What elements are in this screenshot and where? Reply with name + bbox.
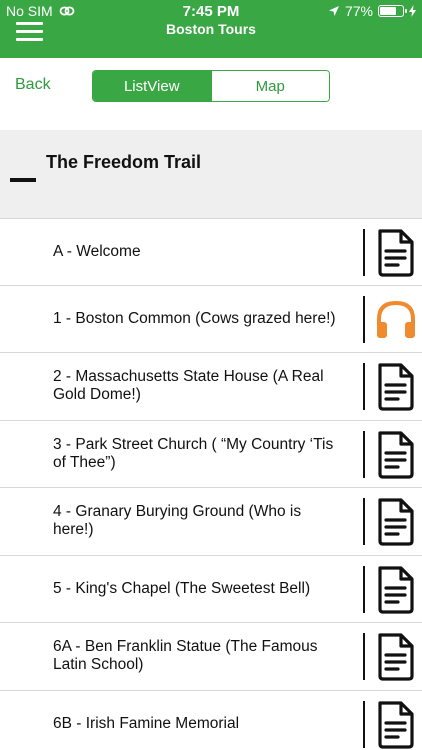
stop-list: A - Welcome 1 - Boston Common (Cows graze… <box>0 218 422 750</box>
minus-icon[interactable] <box>10 178 36 182</box>
row-divider <box>363 295 365 343</box>
tab-listview[interactable]: ListView <box>93 71 211 101</box>
list-item-label: 2 - Massachusetts State House (A Real Go… <box>53 368 324 404</box>
battery-icon <box>378 5 407 17</box>
document-icon[interactable] <box>374 362 418 412</box>
row-divider <box>363 633 365 680</box>
battery-fill <box>380 7 396 15</box>
list-item-label: A - Welcome <box>53 242 141 260</box>
hamburger-icon-line <box>16 38 43 41</box>
headphones-icon[interactable] <box>374 295 418 345</box>
list-item-label: 6B - Irish Famine Memorial <box>53 714 240 732</box>
view-segmented-control: ListView Map <box>92 70 330 102</box>
list-item-label: 6A - Ben Franklin Statue (The Famous Lat… <box>53 638 318 674</box>
list-item-label: 4 - Granary Burying Ground (Who is here!… <box>53 503 302 539</box>
document-icon[interactable] <box>374 632 418 682</box>
list-item[interactable]: 1 - Boston Common (Cows grazed here!) <box>0 286 422 353</box>
list-item[interactable]: 5 - King's Chapel (The Sweetest Bell) <box>0 556 422 623</box>
row-divider <box>363 430 365 478</box>
document-icon[interactable] <box>374 565 418 615</box>
list-item[interactable]: A - Welcome <box>0 218 422 286</box>
row-divider <box>363 565 365 613</box>
row-divider <box>363 498 365 545</box>
row-divider <box>363 229 365 276</box>
list-item[interactable]: 4 - Granary Burying Ground (Who is here!… <box>0 488 422 556</box>
page-title: Boston Tours <box>166 21 256 37</box>
list-item[interactable]: 2 - Massachusetts State House (A Real Go… <box>0 353 422 421</box>
row-divider <box>363 363 365 410</box>
document-icon[interactable] <box>374 497 418 547</box>
list-item-label: 1 - Boston Common (Cows grazed here!) <box>53 309 336 327</box>
back-button[interactable]: Back <box>15 76 51 94</box>
list-item[interactable]: 3 - Park Street Church ( “My Country ‘Ti… <box>0 421 422 488</box>
tab-map[interactable]: Map <box>210 71 329 101</box>
document-icon[interactable] <box>374 228 418 278</box>
document-icon[interactable] <box>374 430 418 480</box>
document-icon[interactable] <box>374 700 418 750</box>
section-header: The Freedom Trail <box>0 130 422 218</box>
battery-percent: 77% <box>344 3 373 19</box>
list-item-label: 3 - Park Street Church ( “My Country ‘Ti… <box>53 435 334 471</box>
status-right: 77% <box>328 3 416 19</box>
status-bar: No SIM 7:45 PM 77% <box>0 3 422 21</box>
app-header: No SIM 7:45 PM 77% Boston Tours <box>0 0 422 58</box>
location-arrow-icon <box>328 6 339 16</box>
section-title: The Freedom Trail <box>46 152 202 172</box>
row-divider <box>363 700 365 748</box>
list-item[interactable]: 6B - Irish Famine Memorial <box>0 691 422 750</box>
list-item-label: 5 - King's Chapel (The Sweetest Bell) <box>53 579 311 597</box>
list-item[interactable]: 6A - Ben Franklin Statue (The Famous Lat… <box>0 623 422 691</box>
charging-bolt-icon <box>409 5 416 17</box>
